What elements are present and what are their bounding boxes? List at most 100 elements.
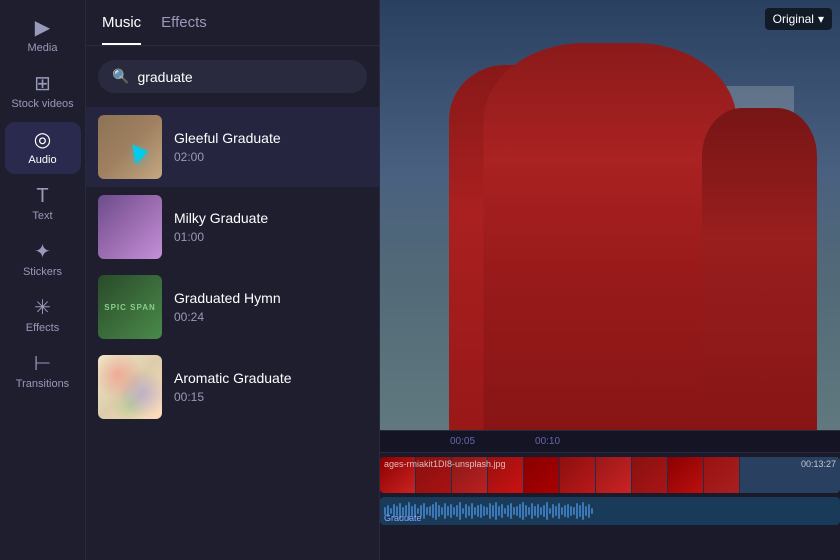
music-panel: Music Effects 🔍 Gleeful Graduate 02:00: [86, 0, 380, 560]
music-duration-milky: 01:00: [174, 230, 367, 244]
waveform-bar: [450, 504, 452, 518]
waveform-bar: [534, 506, 536, 516]
media-icon: ▶: [35, 18, 50, 38]
waveform-bar: [432, 504, 434, 518]
track-audio: Graduate: [380, 497, 840, 533]
waveform-bar: [567, 504, 569, 518]
tab-effects[interactable]: Effects: [161, 14, 207, 45]
sidebar-item-text[interactable]: T Text: [5, 178, 81, 230]
audio-icon: ◎: [34, 130, 51, 150]
music-item-aromatic[interactable]: Aromatic Graduate 00:15: [86, 347, 379, 427]
waveform-bar: [498, 506, 500, 516]
music-item-milky[interactable]: Milky Graduate 01:00: [86, 187, 379, 267]
music-thumb-gleeful: [98, 115, 162, 179]
music-title-milky: Milky Graduate: [174, 210, 367, 226]
music-item-gleeful[interactable]: Gleeful Graduate 02:00: [86, 107, 379, 187]
waveform-bar: [492, 505, 494, 517]
waveform-bar: [510, 503, 512, 519]
music-duration-gleeful: 02:00: [174, 150, 367, 164]
search-input[interactable]: [137, 69, 353, 85]
waveform-bar: [540, 507, 542, 515]
waveform-bar: [477, 505, 479, 517]
video-track-strip[interactable]: ages-rmiakit1DI8-unsplash.jpg 00:13:27: [380, 457, 840, 493]
ruler-mark-0: 00:05: [450, 436, 475, 447]
quality-dropdown[interactable]: Original ▾: [765, 8, 832, 30]
video-track-content: ages-rmiakit1DI8-unsplash.jpg 00:13:27: [380, 457, 840, 493]
waveform-bar: [462, 508, 464, 514]
audio-track-label: Graduate: [384, 513, 422, 523]
waveform-bar: [489, 503, 491, 519]
timeline-tracks: ages-rmiakit1DI8-unsplash.jpg 00:13:27: [380, 453, 840, 560]
waveform-bar: [576, 503, 578, 519]
waveform-bar: [516, 506, 518, 516]
music-info-hymn: Graduated Hymn 00:24: [174, 290, 367, 324]
waveform-bar: [468, 506, 470, 516]
music-info-milky: Milky Graduate 01:00: [174, 210, 367, 244]
waveform-bar: [561, 507, 563, 515]
search-icon: 🔍: [112, 68, 129, 85]
sidebar-item-media[interactable]: ▶ Media: [5, 10, 81, 62]
sidebar-item-media-label: Media: [28, 42, 58, 54]
stock-videos-icon: ⊞: [34, 74, 51, 94]
music-duration-hymn: 00:24: [174, 310, 367, 324]
waveform-bar: [519, 504, 521, 518]
video-cell-8: [668, 457, 704, 493]
waveform-bar: [513, 507, 515, 515]
sidebar-item-text-label: Text: [32, 210, 52, 222]
waveform-bar: [507, 505, 509, 517]
waveform-bar: [471, 503, 473, 519]
waveform-bar: [549, 508, 551, 514]
waveform-bar: [444, 503, 446, 519]
effects-icon: ✳: [34, 298, 51, 318]
waveform-bar: [501, 504, 503, 518]
sidebar-item-stock-videos[interactable]: ⊞ Stock videos: [5, 66, 81, 118]
chevron-down-icon: ▾: [818, 12, 824, 26]
sidebar-item-stickers-label: Stickers: [23, 266, 62, 278]
waveform-bar: [435, 502, 437, 520]
waveform-bar: [537, 504, 539, 518]
audio-track-strip[interactable]: Graduate: [380, 497, 840, 525]
sidebar-item-audio[interactable]: ◎ Audio: [5, 122, 81, 174]
sidebar-item-transitions[interactable]: ⊢ Transitions: [5, 346, 81, 398]
main-area: Original ▾ 00:05 00:10 ages-rmiakit1DI8-…: [380, 0, 840, 560]
waveform-bar: [528, 507, 530, 515]
waveform-bar: [591, 508, 593, 514]
music-list: Gleeful Graduate 02:00 Milky Graduate 01…: [86, 103, 379, 560]
video-cell-6: [596, 457, 632, 493]
music-title-aromatic: Aromatic Graduate: [174, 370, 367, 386]
transitions-icon: ⊢: [34, 354, 51, 374]
waveform-bar: [465, 504, 467, 518]
waveform-bar: [585, 506, 587, 516]
search-bar: 🔍: [98, 60, 367, 93]
sidebar-item-stickers[interactable]: ✦ Stickers: [5, 234, 81, 286]
video-cell-5: [560, 457, 596, 493]
stickers-icon: ✦: [34, 242, 51, 262]
sidebar-item-audio-label: Audio: [28, 154, 56, 166]
waveform-bar: [456, 505, 458, 517]
video-background: [380, 0, 840, 430]
waveform-bar: [480, 504, 482, 518]
waveform-bar: [438, 505, 440, 517]
music-info-aromatic: Aromatic Graduate 00:15: [174, 370, 367, 404]
timeline-ruler: 00:05 00:10: [380, 431, 840, 453]
person-main: [484, 43, 737, 430]
track-video: ages-rmiakit1DI8-unsplash.jpg 00:13:27: [380, 457, 840, 493]
waveform-bar: [426, 507, 428, 515]
tab-music[interactable]: Music: [102, 14, 141, 45]
video-cell-4: [524, 457, 560, 493]
video-preview: Original ▾: [380, 0, 840, 430]
waveform-bar: [453, 507, 455, 515]
waveform-bar: [459, 502, 461, 520]
waveform-bar: [474, 507, 476, 515]
waveform-bar: [429, 506, 431, 516]
music-item-hymn[interactable]: SPIC SPAN Graduated Hymn 00:24: [86, 267, 379, 347]
sidebar-item-effects[interactable]: ✳ Effects: [5, 290, 81, 342]
waveform-bar: [522, 502, 524, 520]
waveform-bar: [558, 503, 560, 519]
music-title-hymn: Graduated Hymn: [174, 290, 367, 306]
ruler-mark-1: 00:10: [535, 436, 560, 447]
video-cell-9: [704, 457, 740, 493]
waveform-bar: [486, 507, 488, 515]
waveform-bar: [504, 508, 506, 514]
waveform-bar: [441, 507, 443, 515]
